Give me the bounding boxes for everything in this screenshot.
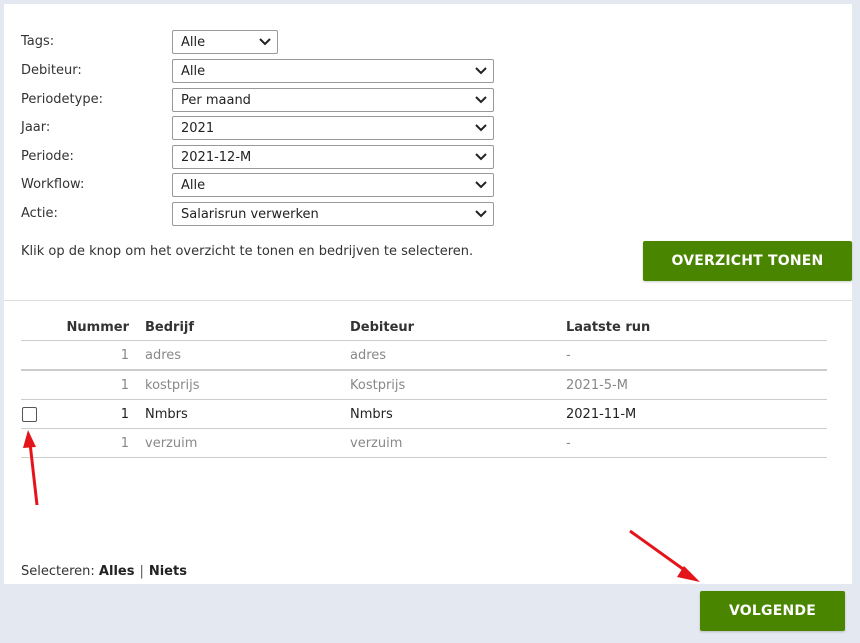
actie-select[interactable]: Salarisrun verwerken <box>172 202 494 226</box>
row-nummer: 1 <box>47 399 145 429</box>
row-check-cell <box>21 340 47 371</box>
row-nummer: 1 <box>47 370 145 400</box>
header-bedrijf[interactable]: Bedrijf <box>145 314 350 341</box>
chevron-down-icon <box>475 124 487 132</box>
actie-select-value: Salarisrun verwerken <box>181 207 319 222</box>
periodetype-label: Periodetype: <box>21 92 103 107</box>
chevron-down-icon <box>475 153 487 161</box>
header-check <box>21 314 47 341</box>
chevron-down-icon <box>259 38 271 46</box>
tags-select-value: Alle <box>181 35 206 50</box>
row-bedrijf: verzuim <box>145 428 350 458</box>
periodetype-select[interactable]: Per maand <box>172 88 494 112</box>
row-debiteur: Nmbrs <box>350 399 566 429</box>
chevron-down-icon <box>475 67 487 75</box>
header-nummer[interactable]: Nummer <box>47 314 145 341</box>
row-laatste-run: - <box>566 428 827 458</box>
actie-label: Actie: <box>21 206 58 221</box>
table-row: 1 verzuim verzuim - <box>21 428 827 458</box>
workflow-select[interactable]: Alle <box>172 173 494 197</box>
jaar-select-value: 2021 <box>181 121 215 136</box>
row-bedrijf: adres <box>145 340 350 371</box>
table-row: 1 Nmbrs Nmbrs 2021-11-M <box>21 399 827 429</box>
link-separator: | <box>139 564 144 579</box>
jaar-label: Jaar: <box>21 120 51 135</box>
select-all-link[interactable]: Alles <box>99 564 135 579</box>
workflow-select-value: Alle <box>181 178 206 193</box>
row-debiteur: Kostprijs <box>350 370 566 400</box>
volgende-button[interactable]: VOLGENDE <box>700 591 845 631</box>
periode-label: Periode: <box>21 149 74 164</box>
divider <box>4 300 852 301</box>
table-header-row: Nummer Bedrijf Debiteur Laatste run <box>21 314 827 341</box>
row-check-cell <box>21 370 47 400</box>
debiteur-select-value: Alle <box>181 64 206 79</box>
row-laatste-run: 2021-11-M <box>566 399 827 429</box>
tags-label: Tags: <box>21 34 55 49</box>
debiteur-select[interactable]: Alle <box>172 59 494 83</box>
chevron-down-icon <box>475 181 487 189</box>
select-none-link[interactable]: Niets <box>149 564 187 579</box>
jaar-select[interactable]: 2021 <box>172 116 494 140</box>
row-debiteur: verzuim <box>350 428 566 458</box>
row-laatste-run: 2021-5-M <box>566 370 827 400</box>
workflow-label: Workflow: <box>21 177 85 192</box>
row-checkbox[interactable] <box>22 406 37 422</box>
header-laatste-run[interactable]: Laatste run <box>566 314 827 341</box>
periode-select-value: 2021-12-M <box>181 150 252 165</box>
row-bedrijf: kostprijs <box>145 370 350 400</box>
debiteur-label: Debiteur: <box>21 63 82 78</box>
chevron-down-icon <box>475 96 487 104</box>
header-debiteur[interactable]: Debiteur <box>350 314 566 341</box>
row-bedrijf: Nmbrs <box>145 399 350 429</box>
row-laatste-run: - <box>566 340 827 371</box>
companies-table: Nummer Bedrijf Debiteur Laatste run 1 ad… <box>21 314 827 458</box>
chevron-down-icon <box>475 210 487 218</box>
row-check-cell <box>21 399 47 429</box>
tags-select[interactable]: Alle <box>172 30 278 54</box>
selecteren-label: Selecteren: <box>21 564 95 579</box>
row-check-cell <box>21 428 47 458</box>
row-nummer: 1 <box>47 340 145 371</box>
periode-select[interactable]: 2021-12-M <box>172 145 494 169</box>
main-panel: Tags: Alle Debiteur: Alle Periodetype: P… <box>4 4 852 584</box>
help-text: Klik op de knop om het overzicht te tone… <box>21 244 474 259</box>
row-nummer: 1 <box>47 428 145 458</box>
selection-links: Selecteren: Alles | Niets <box>21 564 187 579</box>
table-row: 1 kostprijs Kostprijs 2021-5-M <box>21 370 827 400</box>
row-debiteur: adres <box>350 340 566 371</box>
table-row: 1 adres adres - <box>21 340 827 371</box>
overzicht-tonen-button[interactable]: OVERZICHT TONEN <box>643 241 852 281</box>
periodetype-select-value: Per maand <box>181 93 251 108</box>
